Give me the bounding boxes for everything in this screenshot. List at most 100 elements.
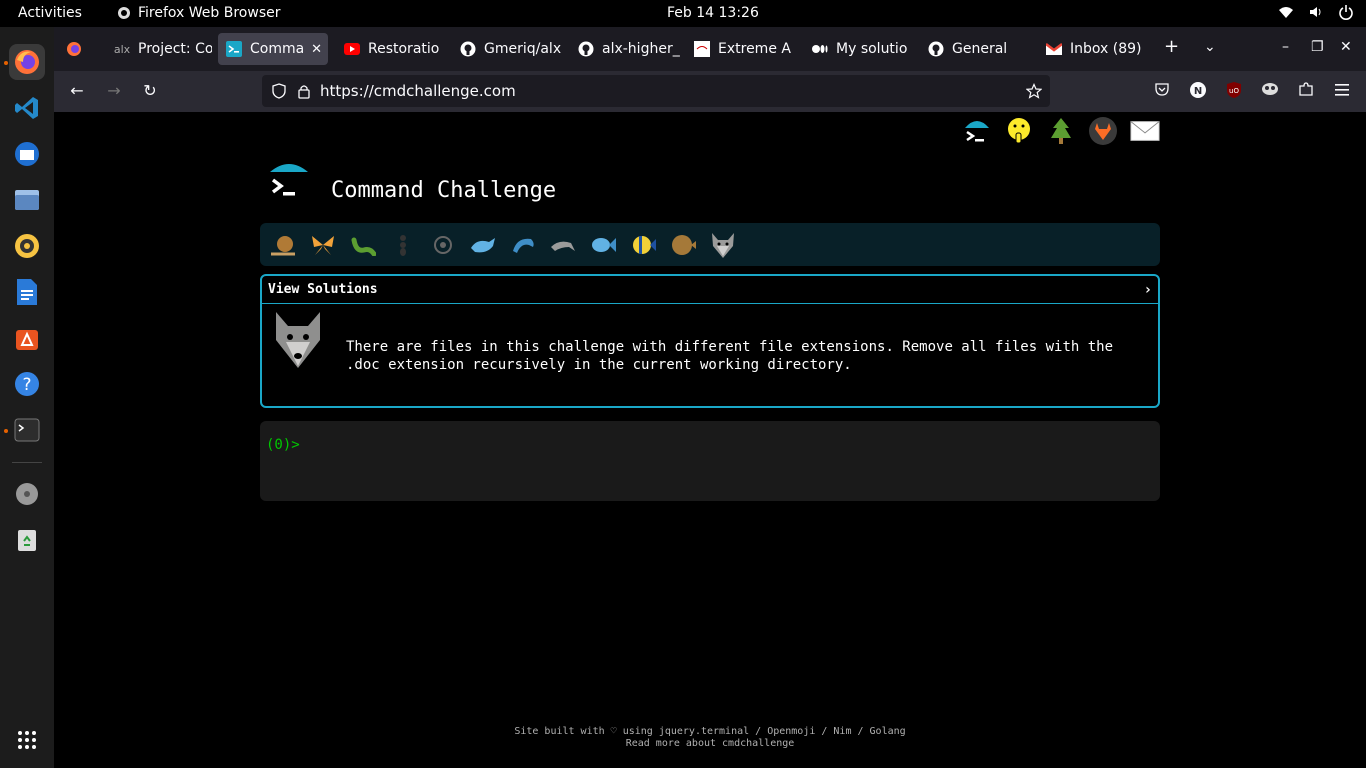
tab-title: Project: Co [138, 41, 212, 57]
hamburger-menu-icon[interactable] [1332, 81, 1352, 101]
tab-title: My solutio [836, 41, 908, 57]
extension-mask-icon[interactable] [1260, 81, 1280, 101]
lock-icon[interactable] [296, 83, 312, 99]
volume-icon [1308, 4, 1324, 20]
url-bar[interactable]: https://cmdchallenge.com [262, 75, 1050, 107]
terminal-input[interactable]: (0)> [260, 421, 1160, 501]
dock-thunderbird-icon[interactable] [9, 136, 45, 172]
command-challenge-logo-icon[interactable] [266, 160, 312, 206]
tab-title: Comman [250, 41, 304, 57]
terminal-prompt: (0)> [266, 437, 300, 453]
dock-rhythmbox-icon[interactable] [9, 228, 45, 264]
dock: ? [0, 27, 54, 768]
activities-button[interactable]: Activities [18, 5, 82, 21]
footer-read-more-link[interactable]: Read more about cmdchallenge [54, 738, 1366, 750]
github-icon [928, 41, 944, 57]
navigation-bar: ← → ↻ https://cmdchallenge.com N uO [54, 71, 1366, 112]
dock-separator [12, 462, 42, 463]
tab-alx-higher[interactable]: alx-higher_ [570, 33, 682, 65]
tab-title: Inbox (89) [1070, 41, 1142, 57]
pocket-icon[interactable] [1152, 81, 1172, 101]
chevron-right-icon: › [1143, 281, 1152, 298]
dock-running-dot [4, 61, 8, 65]
challenge-panel: View Solutions › There are files in this… [260, 274, 1160, 408]
dock-running-dot [4, 429, 8, 433]
forward-arrow-icon[interactable]: → [104, 81, 124, 101]
footer-credits[interactable]: Site built with ♡ using jquery.terminal … [54, 726, 1366, 738]
back-arrow-icon[interactable]: ← [67, 81, 87, 101]
dock-app-center-icon[interactable] [9, 320, 45, 356]
extensions-puzzle-icon[interactable] [1296, 81, 1316, 101]
tab-title: Restoratio [368, 41, 440, 57]
alx-icon: alx [113, 42, 131, 56]
level-snail-icon[interactable] [268, 230, 298, 260]
terminal-icon [226, 41, 242, 57]
tab-general[interactable]: General [920, 33, 1032, 65]
level-helm-icon[interactable] [428, 230, 458, 260]
close-window-button[interactable]: ✕ [1340, 39, 1352, 55]
url-text: https://cmdchallenge.com [320, 82, 516, 100]
clock[interactable]: Feb 14 13:26 [667, 5, 759, 21]
firefox-view-button[interactable] [58, 33, 94, 65]
tab-my-solution[interactable]: My solutio [804, 33, 916, 65]
system-tray[interactable] [1278, 4, 1354, 20]
email-envelope-icon[interactable] [1130, 116, 1160, 146]
wolf-avatar-icon [276, 312, 320, 368]
view-solutions-label: View Solutions [268, 282, 378, 297]
social-links [962, 116, 1160, 146]
level-fish-icon[interactable] [588, 230, 618, 260]
app-menu[interactable]: Firefox Web Browser [117, 5, 281, 21]
app-name: Firefox Web Browser [138, 5, 281, 21]
tab-title: Gmeriq/alx [484, 41, 562, 57]
dock-writer-icon[interactable] [9, 274, 45, 310]
shush-face-icon[interactable] [1004, 116, 1034, 146]
tab-restoration[interactable]: Restoratio [336, 33, 448, 65]
shield-icon[interactable] [271, 83, 287, 99]
page-content: Command Challenge View Solutions › There… [54, 112, 1366, 768]
svg-text:N: N [1194, 86, 1202, 97]
minimize-button[interactable]: – [1282, 39, 1289, 55]
level-wolf-icon[interactable] [708, 230, 738, 260]
view-solutions-toggle[interactable]: View Solutions › [262, 276, 1158, 304]
firefox-small-icon [118, 7, 130, 19]
github-icon [578, 41, 594, 57]
site-footer: Site built with ♡ using jquery.terminal … [54, 726, 1366, 750]
tree-icon[interactable] [1046, 116, 1076, 146]
dock-firefox-icon[interactable] [9, 44, 45, 80]
level-pufferfish-icon[interactable] [668, 230, 698, 260]
dock-help-icon[interactable]: ? [9, 366, 45, 402]
dock-vscode-icon[interactable] [9, 90, 45, 126]
system-top-bar: Activities Firefox Web Browser Feb 14 13… [0, 0, 1366, 27]
dock-terminal-icon[interactable] [9, 412, 45, 448]
level-dolphin-gray-icon[interactable] [548, 230, 578, 260]
tab-extreme[interactable]: Extreme A [686, 33, 798, 65]
dock-disk-icon[interactable] [9, 476, 45, 512]
level-ant-icon[interactable] [388, 230, 418, 260]
tab-gmeriq[interactable]: Gmeriq/alx [452, 33, 562, 65]
bookmark-star-icon[interactable] [1026, 83, 1042, 99]
list-all-tabs-chevron-icon[interactable]: ⌄ [1204, 39, 1216, 55]
gitlab-icon[interactable] [1088, 116, 1118, 146]
tab-command-challenge[interactable]: Comman ✕ [218, 33, 328, 65]
new-tab-button[interactable]: + [1164, 36, 1179, 57]
reload-icon[interactable]: ↻ [140, 81, 160, 101]
tab-project[interactable]: alx Project: Co [106, 33, 212, 65]
level-dolphin-blue-icon[interactable] [508, 230, 538, 260]
tab-title: General [952, 41, 1008, 57]
level-butterfly-icon[interactable] [308, 230, 338, 260]
tab-inbox[interactable]: Inbox (89) [1038, 33, 1148, 65]
page-title[interactable]: Command Challenge [331, 178, 556, 203]
level-caterpillar-icon[interactable] [348, 230, 378, 260]
show-apps-grid-icon[interactable] [9, 722, 45, 758]
dock-trash-icon[interactable] [9, 522, 45, 558]
tab-title: Extreme A [718, 41, 791, 57]
level-tropical-fish-icon[interactable] [628, 230, 658, 260]
ublock-origin-icon[interactable]: uO [1224, 81, 1244, 101]
tab-strip: alx Project: Co Comman ✕ Restoratio Gmer… [54, 27, 1366, 71]
extension-n-icon[interactable]: N [1188, 81, 1208, 101]
cmdchallenge-terminal-icon[interactable] [962, 116, 992, 146]
maximize-button[interactable]: ❐ [1311, 39, 1324, 55]
level-whale-icon[interactable] [468, 230, 498, 260]
tab-close-icon[interactable]: ✕ [311, 42, 322, 57]
dock-files-icon[interactable] [9, 182, 45, 218]
